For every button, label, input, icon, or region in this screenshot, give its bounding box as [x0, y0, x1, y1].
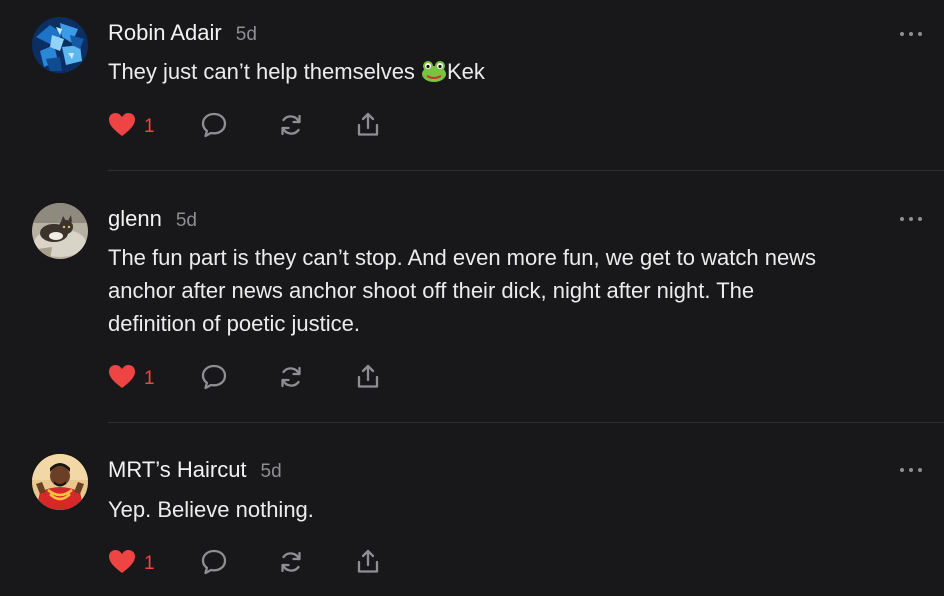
author-name[interactable]: Robin Adair [108, 20, 222, 46]
comment-text: The fun part is they can’t stop. And eve… [108, 241, 918, 340]
more-dots-icon[interactable] [900, 29, 922, 39]
reply-button[interactable] [200, 111, 277, 144]
share-upload-icon [354, 111, 382, 144]
repost-button[interactable] [277, 548, 354, 581]
heart-icon [108, 549, 136, 580]
heart-icon [108, 364, 136, 395]
comment-text-line: definition of poetic justice. [108, 311, 360, 336]
comment-text: They just can’t help themselves Kek [108, 55, 918, 91]
like-button[interactable]: 1 [108, 112, 200, 143]
more-dots-icon[interactable] [900, 214, 922, 224]
comment-text-line: Yep. Believe nothing. [108, 497, 314, 522]
comment-header: MRT’s Haircut 5d [108, 457, 282, 483]
share-upload-icon [354, 548, 382, 581]
reply-button[interactable] [200, 363, 277, 396]
comment-text-line: anchor after news anchor shoot off their… [108, 278, 755, 303]
author-name[interactable]: MRT’s Haircut [108, 457, 247, 483]
action-bar: 1 [108, 364, 382, 394]
repost-arrows-icon [277, 548, 305, 581]
like-count: 1 [144, 116, 155, 137]
avatar[interactable] [32, 203, 88, 259]
like-button[interactable]: 1 [108, 549, 200, 580]
like-count: 1 [144, 553, 155, 574]
comment-text-line: They just can’t help themselves [108, 59, 415, 84]
comment-item: MRT’s Haircut 5d Yep. Believe nothing. 1 [0, 423, 944, 596]
heart-icon [108, 112, 136, 143]
reply-button[interactable] [200, 548, 277, 581]
repost-arrows-icon [277, 363, 305, 396]
comment-time: 5d [235, 24, 257, 45]
comment-header: Robin Adair 5d [108, 20, 257, 46]
comment-time: 5d [175, 210, 197, 231]
more-dots-icon[interactable] [900, 465, 922, 475]
frog-emoji-icon [421, 58, 447, 91]
comment-text-line: Kek [446, 59, 485, 84]
speech-bubble-icon [200, 111, 228, 144]
comment-header: glenn 5d [108, 206, 197, 232]
share-upload-icon [354, 363, 382, 396]
share-button[interactable] [354, 363, 382, 396]
action-bar: 1 [108, 112, 382, 142]
author-name[interactable]: glenn [108, 206, 162, 232]
repost-arrows-icon [277, 111, 305, 144]
avatar[interactable] [32, 17, 88, 73]
share-button[interactable] [354, 548, 382, 581]
avatar[interactable] [32, 454, 88, 510]
speech-bubble-icon [200, 548, 228, 581]
action-bar: 1 [108, 549, 382, 579]
comment-text-line: The fun part is they can’t stop. And eve… [108, 245, 817, 270]
repost-button[interactable] [277, 363, 354, 396]
comment-item: Robin Adair 5d They just can’t help them… [0, 0, 944, 171]
like-count: 1 [144, 368, 155, 389]
repost-button[interactable] [277, 111, 354, 144]
share-button[interactable] [354, 111, 382, 144]
comment-time: 5d [260, 461, 282, 482]
comment-item: glenn 5d The fun part is they can’t stop… [0, 171, 944, 423]
comment-text: Yep. Believe nothing. [108, 493, 918, 526]
speech-bubble-icon [200, 363, 228, 396]
like-button[interactable]: 1 [108, 364, 200, 395]
